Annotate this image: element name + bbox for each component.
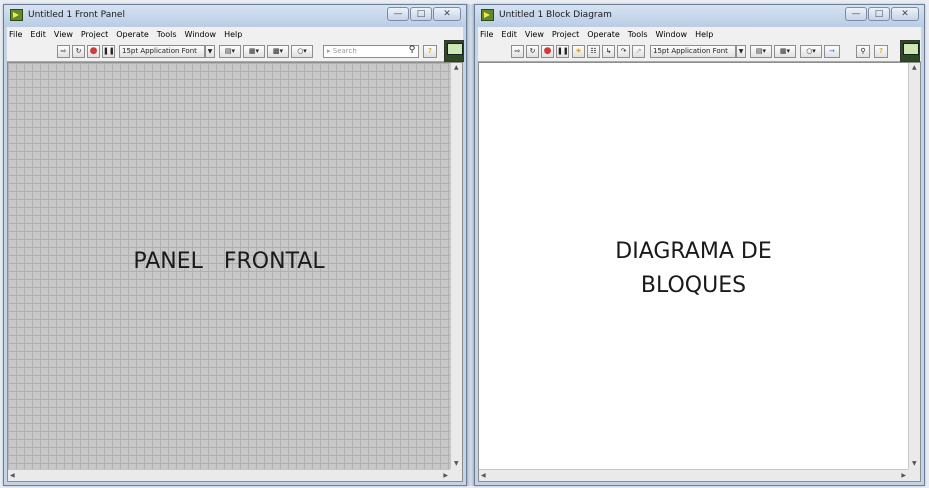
front-panel-vertical-scrollbar[interactable]: ▲ ▼ — [450, 63, 462, 469]
block-diagram-window: Untitled 1 Block Diagram — □ ✕ File Edit… — [474, 4, 925, 486]
pause-icon[interactable]: ❚❚ — [556, 45, 569, 58]
labview-app-icon — [10, 9, 23, 21]
search-icon[interactable]: ⚲ — [405, 45, 419, 58]
minimize-icon[interactable]: — — [387, 7, 409, 21]
reorder-icon[interactable]: ○▾ — [291, 45, 313, 58]
scroll-up-icon[interactable]: ▲ — [454, 64, 459, 72]
vi-connector-icon[interactable] — [444, 40, 464, 62]
menu-window[interactable]: Window — [656, 30, 688, 39]
menu-operate[interactable]: Operate — [116, 30, 149, 39]
menu-edit[interactable]: Edit — [501, 30, 517, 39]
front-panel-canvas[interactable]: PANEL FRONTAL ▲ ▼ ◀ ▶ — [7, 62, 463, 482]
block-diagram-canvas[interactable]: DIAGRAMA DE BLOQUES ▲ ▼ ◀ ▶ — [478, 62, 921, 482]
step-into-icon[interactable]: ↳ — [602, 45, 615, 58]
menu-file[interactable]: File — [480, 30, 493, 39]
scroll-right-icon[interactable]: ▶ — [443, 472, 448, 480]
pause-icon[interactable]: ❚❚ — [102, 45, 115, 58]
scroll-up-icon[interactable]: ▲ — [912, 64, 917, 72]
step-over-icon[interactable]: ↷ — [617, 45, 630, 58]
block-diagram-vertical-scrollbar[interactable]: ▲ ▼ — [908, 63, 920, 469]
font-selector[interactable]: 15pt Application Font — [650, 45, 736, 58]
scroll-right-icon[interactable]: ▶ — [901, 472, 906, 480]
help-icon[interactable]: ? — [874, 45, 888, 58]
scroll-corner — [908, 469, 920, 481]
window-title: Untitled 1 Block Diagram — [499, 10, 612, 20]
maximize-icon[interactable]: □ — [410, 7, 432, 21]
align-objects-icon[interactable]: ▤▾ — [750, 45, 772, 58]
highlight-execution-icon[interactable]: ☀ — [572, 45, 585, 58]
font-dropdown-icon[interactable]: ▼ — [736, 45, 746, 58]
close-icon[interactable]: ✕ — [891, 7, 919, 21]
menu-tools[interactable]: Tools — [157, 30, 177, 39]
run-arrow-icon[interactable]: ⇨ — [511, 45, 524, 58]
maximize-icon[interactable]: □ — [868, 7, 890, 21]
distribute-objects-icon[interactable]: ▦▾ — [243, 45, 265, 58]
menu-operate[interactable]: Operate — [587, 30, 620, 39]
abort-icon[interactable]: ● — [541, 45, 554, 58]
menu-project[interactable]: Project — [552, 30, 579, 39]
font-dropdown-icon[interactable]: ▼ — [205, 45, 215, 58]
front-panel-titlebar[interactable]: Untitled 1 Front Panel — □ ✕ — [4, 5, 466, 27]
menu-help[interactable]: Help — [224, 30, 242, 39]
menu-window[interactable]: Window — [185, 30, 217, 39]
front-panel-window: Untitled 1 Front Panel — □ ✕ File Edit V… — [3, 4, 467, 486]
run-arrow-icon[interactable]: ⇨ — [57, 45, 70, 58]
run-continuously-icon[interactable]: ↻ — [526, 45, 539, 58]
block-diagram-titlebar[interactable]: Untitled 1 Block Diagram — □ ✕ — [475, 5, 924, 27]
front-panel-toolbar: ⇨ ↻ ● ❚❚ 15pt Application Font ▼ ▤▾ ▦▾ ▩… — [7, 40, 464, 62]
run-continuously-icon[interactable]: ↻ — [72, 45, 85, 58]
search-placeholder: Search — [332, 47, 357, 55]
scroll-left-icon[interactable]: ◀ — [481, 472, 486, 480]
close-icon[interactable]: ✕ — [433, 7, 461, 21]
scroll-down-icon[interactable]: ▼ — [912, 460, 917, 468]
block-diagram-caption: DIAGRAMA DE BLOQUES — [615, 239, 772, 298]
font-selector[interactable]: 15pt Application Font — [119, 45, 205, 58]
vi-connector-icon[interactable] — [900, 40, 920, 62]
resize-objects-icon[interactable]: ▩▾ — [267, 45, 289, 58]
scroll-down-icon[interactable]: ▼ — [454, 460, 459, 468]
menu-project[interactable]: Project — [81, 30, 108, 39]
labview-app-icon — [481, 9, 494, 21]
help-icon[interactable]: ? — [423, 45, 437, 58]
search-icon[interactable]: ⚲ — [856, 45, 870, 58]
step-out-icon[interactable]: ↗ — [632, 45, 645, 58]
reorder-icon[interactable]: ○▾ — [800, 45, 822, 58]
minimize-icon[interactable]: — — [845, 7, 867, 21]
front-panel-caption: PANEL FRONTAL — [133, 249, 325, 274]
block-diagram-toolbar: ⇨ ↻ ● ❚❚ ☀ ☷ ↳ ↷ ↗ 15pt Application Font… — [478, 40, 921, 62]
window-title: Untitled 1 Front Panel — [28, 10, 125, 20]
scroll-corner — [450, 469, 462, 481]
front-panel-horizontal-scrollbar[interactable]: ◀ ▶ — [8, 469, 450, 481]
menu-view[interactable]: View — [525, 30, 544, 39]
abort-icon[interactable]: ● — [87, 45, 100, 58]
clean-up-diagram-icon[interactable]: ➙ — [824, 45, 840, 58]
retain-wire-values-icon[interactable]: ☷ — [587, 45, 600, 58]
menu-file[interactable]: File — [9, 30, 22, 39]
distribute-objects-icon[interactable]: ▦▾ — [774, 45, 796, 58]
menu-edit[interactable]: Edit — [30, 30, 46, 39]
menu-view[interactable]: View — [54, 30, 73, 39]
desktop-gap — [467, 4, 474, 486]
scroll-left-icon[interactable]: ◀ — [10, 472, 15, 480]
menu-tools[interactable]: Tools — [628, 30, 648, 39]
front-panel-menubar: File Edit View Project Operate Tools Win… — [7, 27, 463, 41]
block-diagram-menubar: File Edit View Project Operate Tools Win… — [478, 27, 921, 41]
menu-help[interactable]: Help — [695, 30, 713, 39]
block-diagram-horizontal-scrollbar[interactable]: ◀ ▶ — [479, 469, 908, 481]
align-objects-icon[interactable]: ▤▾ — [219, 45, 241, 58]
